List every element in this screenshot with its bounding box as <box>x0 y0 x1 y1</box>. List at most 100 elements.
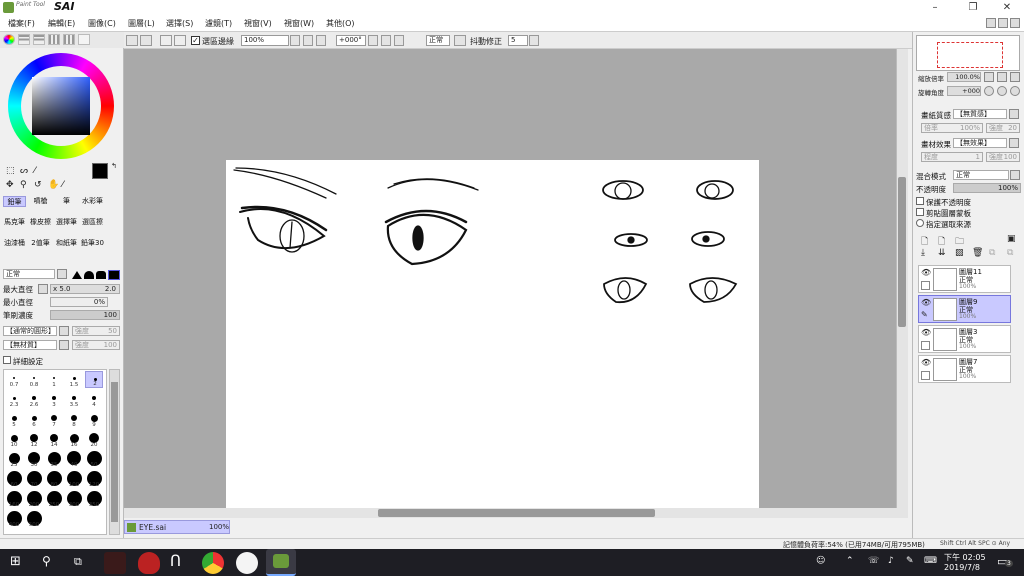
nav-angle-field[interactable]: +000 <box>947 86 981 96</box>
brush-edge-shapes[interactable] <box>72 269 120 280</box>
canvas-paper[interactable] <box>226 160 759 508</box>
blend-mode-select[interactable]: 正常 <box>953 170 1009 180</box>
layer-mask-icon[interactable]: ▣ <box>1007 234 1016 244</box>
rotate-icon[interactable]: ↺ <box>34 180 42 190</box>
rotation-field[interactable]: +000° <box>336 35 366 46</box>
brush-size-preset[interactable]: 14 <box>45 431 63 448</box>
nav-rotate-right-button[interactable] <box>997 86 1007 96</box>
brush-size-preset[interactable]: 40 <box>65 451 83 468</box>
view-mode-select[interactable]: 正常 <box>426 35 450 46</box>
merge-down-icon[interactable]: ⇊ <box>938 248 946 258</box>
menu-view[interactable]: 視窗(V) <box>244 18 272 29</box>
brush-shape-select[interactable]: 【通常的圓形】 <box>3 326 57 336</box>
transfer-down-icon[interactable]: ⤓ <box>921 248 925 258</box>
selection-edge-checkbox[interactable]: ✓ <box>191 36 200 45</box>
brush-texture-select[interactable]: 【無材質】 <box>3 340 57 350</box>
brush-size-preset[interactable]: 400 <box>5 510 23 528</box>
layer-item[interactable]: 👁 圖層3 正常 100% <box>918 325 1011 353</box>
clear-layer-icon[interactable]: ▨ <box>955 248 964 258</box>
tool-brush[interactable]: 筆 <box>55 196 78 207</box>
tray-up-icon[interactable]: ⌃ <box>846 556 854 566</box>
visibility-eye-icon[interactable]: 👁 <box>921 358 931 367</box>
size-multiplier-icon[interactable] <box>38 284 48 294</box>
brush-size-preset[interactable]: 60 <box>5 470 23 488</box>
brush-mode-select[interactable]: 正常 <box>3 269 55 279</box>
effect-width-slider[interactable]: 強度 100 <box>986 152 1020 162</box>
stabilizer-dropdown-icon[interactable] <box>529 35 539 46</box>
delete-layer-icon[interactable]: 🗑 <box>972 248 983 258</box>
shield-app-icon[interactable] <box>138 552 160 574</box>
layer-lock-box[interactable] <box>921 371 930 380</box>
task-view-icon[interactable]: ⧉ <box>74 555 82 569</box>
brush-size-preset[interactable]: 100 <box>65 470 83 488</box>
texture-strength-slider[interactable]: 強度 100 <box>72 340 120 350</box>
pen-icon[interactable]: ✎ <box>906 556 914 566</box>
effect-select[interactable]: 【無效果】 <box>953 138 1007 148</box>
tool-binary-pen[interactable]: 2值筆 <box>29 238 52 249</box>
volume-icon[interactable]: ♪ <box>888 556 894 566</box>
color-wheel[interactable] <box>8 53 114 159</box>
brush-size-preset[interactable]: 10 <box>5 431 23 448</box>
menu-other[interactable]: 其他(O) <box>326 18 355 29</box>
close-button[interactable]: ✕ <box>994 1 1020 14</box>
nav-zoom-out-button[interactable] <box>984 72 994 82</box>
visibility-eye-icon[interactable]: 👁 <box>921 298 931 307</box>
redo-button[interactable] <box>140 35 152 46</box>
horizontal-scroll-thumb[interactable] <box>378 509 655 517</box>
brush-size-preset[interactable]: 0.7 <box>5 371 23 388</box>
hsv-slider-tab-icon[interactable] <box>33 34 45 45</box>
canvas-horizontal-scrollbar[interactable] <box>124 508 908 518</box>
brush-size-preset[interactable]: 5 <box>5 411 23 428</box>
brush-size-scrollbar[interactable] <box>109 369 120 535</box>
brush-size-preset[interactable]: 0.8 <box>25 371 43 388</box>
zoom-out-button[interactable] <box>290 35 300 46</box>
zoom-icon[interactable]: ⚲ <box>20 180 27 190</box>
tool-watercolor[interactable]: 水彩筆 <box>81 196 104 207</box>
opacity-slider[interactable]: 100% <box>953 183 1021 193</box>
rgb-slider-tab-icon[interactable] <box>18 34 30 45</box>
brush-size-preset[interactable]: 50 <box>85 450 103 468</box>
brush-size-preset[interactable]: 2.3 <box>5 391 23 408</box>
paper-scale-slider[interactable]: 倍率 100% <box>921 123 983 133</box>
keyboard-icon[interactable]: ⌨ <box>924 556 937 566</box>
menu-edit[interactable]: 編輯(E) <box>48 18 75 29</box>
chrome-icon[interactable] <box>202 552 224 574</box>
vertical-scroll-thumb[interactable] <box>898 177 906 327</box>
menu-window[interactable]: 視窗(W) <box>284 18 314 29</box>
detail-checkbox[interactable] <box>3 356 11 364</box>
n-app-icon[interactable]: ᑎ <box>170 552 181 570</box>
deselect-button[interactable] <box>160 35 172 46</box>
swap-colors-icon[interactable]: ↰ <box>111 162 117 170</box>
brush-size-preset[interactable]: 7 <box>45 411 63 428</box>
brush-size-preset[interactable]: 350 <box>85 490 103 508</box>
saturation-value-square[interactable] <box>32 77 90 135</box>
effect-degree-slider[interactable]: 程度 1 <box>921 152 983 162</box>
rotate-reset-button[interactable] <box>394 35 404 46</box>
eyedropper-icon[interactable]: ⁄ <box>62 180 64 190</box>
flip-button[interactable] <box>454 35 466 46</box>
menu-file[interactable]: 檔案(F) <box>8 18 35 29</box>
brush-size-preset[interactable]: 1 <box>45 371 63 388</box>
sai-taskbar-icon[interactable] <box>266 549 296 576</box>
tool-select-eraser[interactable]: 選區擦 <box>81 217 104 228</box>
brush-texture-dropdown-icon[interactable] <box>59 340 69 350</box>
brush-size-preset[interactable]: 9 <box>85 411 103 428</box>
clipping-checkbox[interactable] <box>916 208 924 216</box>
brush-size-preset[interactable]: 1.5 <box>65 371 83 388</box>
app-red-icon[interactable] <box>104 552 126 574</box>
magic-wand-icon[interactable]: ⁄ <box>34 166 36 176</box>
file-tab[interactable]: EYE.sai 100% <box>124 520 230 534</box>
brush-size-preset[interactable]: 300 <box>65 490 83 508</box>
nav-zoom-reset-button[interactable] <box>1010 72 1020 82</box>
taskbar-date[interactable]: 2019/7/8 <box>944 563 980 572</box>
invert-selection-button[interactable] <box>174 35 186 46</box>
tool-washi-pen[interactable]: 和紙筆 <box>55 238 78 249</box>
density-slider[interactable]: 100 <box>50 310 120 320</box>
tool-eraser[interactable]: 橡皮擦 <box>29 217 52 228</box>
hand-icon[interactable]: ✋ <box>48 180 59 190</box>
tool-bucket[interactable]: 油漆桶 <box>3 238 26 249</box>
preserve-opacity-checkbox[interactable] <box>916 197 924 205</box>
rotate-right-button[interactable] <box>381 35 391 46</box>
brush-size-preset[interactable]: 25 <box>5 451 23 468</box>
min-size-slider[interactable]: 0% <box>50 297 108 307</box>
